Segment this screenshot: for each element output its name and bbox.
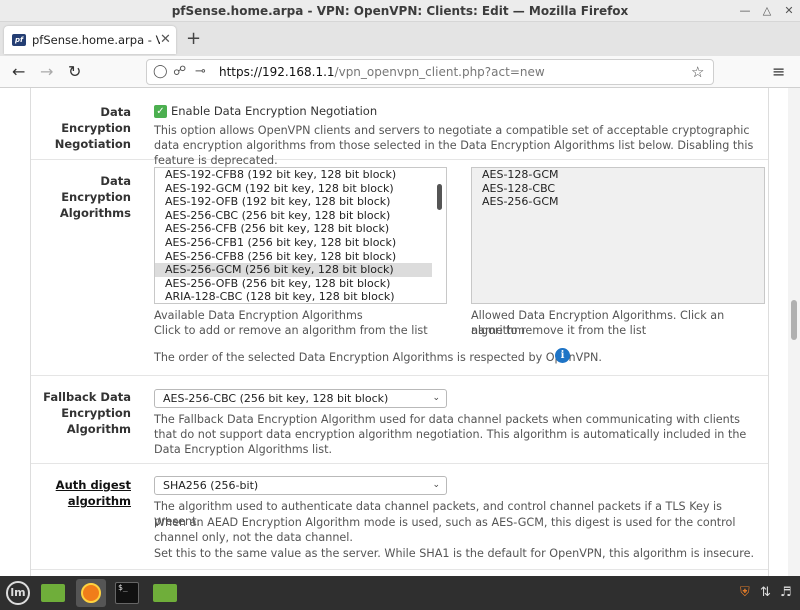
key-icon[interactable]: ⊸ [195, 64, 206, 79]
window-titlebar: pfSense.home.arpa - VPN: OpenVPN: Client… [0, 0, 800, 22]
minimize-icon[interactable]: — [736, 2, 754, 20]
available-algorithm-option[interactable]: AES-256-GCM (256 bit key, 128 bit block) [155, 263, 432, 277]
allowed-algorithm-option[interactable]: AES-128-GCM [472, 168, 764, 182]
allowed-algorithms-listbox[interactable]: AES-128-GCM AES-128-CBC AES-256-GCM [471, 167, 765, 304]
chevron-down-icon: ⌄ [432, 480, 440, 490]
maximize-icon[interactable]: △ [758, 2, 776, 20]
info-icon[interactable]: i [555, 348, 570, 363]
enable-negotiation-label: Enable Data Encryption Negotiation [171, 104, 378, 118]
fallback-help: The Fallback Data Encryption Algorithm u… [154, 413, 747, 456]
nav-bar: ← → ↻ ◯ ☍ ⊸ https://192.168.1.1/vpn_open… [0, 56, 800, 88]
auth-digest-help-3: Set this to the same value as the server… [154, 547, 755, 560]
auth-digest-label-link[interactable]: Auth digest algorithm [31, 477, 131, 509]
allowed-algorithm-option[interactable]: AES-128-CBC [472, 182, 764, 196]
available-list-scrollbar[interactable] [437, 184, 442, 210]
available-algorithms-listbox[interactable]: AES-192-CFB8 (192 bit key, 128 bit block… [154, 167, 447, 304]
fallback-label: Fallback Data Encryption Algorithm [43, 390, 131, 436]
bookmark-star-icon[interactable]: ☆ [691, 63, 704, 81]
available-help-2: Click to add or remove an algorithm from… [154, 324, 428, 337]
hamburger-menu-icon[interactable]: ≡ [772, 62, 785, 81]
pfsense-favicon-icon: pf [12, 34, 26, 46]
row-data-algorithms: Data Encryption Algorithms AES-192-CFB8 … [31, 160, 768, 376]
form-panel: Data Encryption Negotiation ✓ Enable Dat… [30, 88, 769, 576]
available-algorithm-option[interactable]: AES-192-GCM (192 bit key, 128 bit block) [155, 182, 446, 196]
url-text[interactable]: https://192.168.1.1/vpn_openvpn_client.p… [219, 65, 545, 79]
available-algorithm-option[interactable]: AES-192-CFB8 (192 bit key, 128 bit block… [155, 168, 446, 182]
page-scrollbar[interactable] [788, 88, 800, 576]
auth-digest-select[interactable]: SHA256 (256-bit) ⌄ [154, 476, 447, 495]
data-algorithms-label: Data Encryption Algorithms [59, 174, 131, 220]
url-bar[interactable]: ◯ ☍ ⊸ https://192.168.1.1/vpn_openvpn_cl… [146, 59, 714, 85]
window-title: pfSense.home.arpa - VPN: OpenVPN: Client… [171, 4, 629, 18]
tab-close-icon[interactable]: ✕ [160, 32, 171, 47]
update-shield-icon[interactable]: ⛨ [740, 585, 750, 600]
terminal-icon[interactable]: $_ [112, 579, 142, 607]
taskbar: lm $_ ⛨ ⇅ ♬ [0, 576, 800, 610]
available-algorithm-option[interactable]: AES-256-CFB (256 bit key, 128 bit block) [155, 222, 446, 236]
folder-icon[interactable] [38, 579, 68, 607]
available-algorithm-option[interactable]: AES-256-CFB1 (256 bit key, 128 bit block… [155, 236, 446, 250]
algorithm-order-note: The order of the selected Data Encryptio… [154, 351, 602, 364]
auth-digest-selected-value: SHA256 (256-bit) [163, 479, 259, 492]
row-auth-digest: Auth digest algorithm SHA256 (256-bit) ⌄… [31, 464, 768, 570]
available-algorithm-option[interactable]: AES-256-CFB8 (256 bit key, 128 bit block… [155, 250, 446, 264]
fallback-selected-value: AES-256-CBC (256 bit key, 128 bit block) [163, 392, 389, 405]
row-fallback-algorithm: Fallback Data Encryption Algorithm AES-2… [31, 376, 768, 464]
available-algorithm-option[interactable]: AES-192-OFB (192 bit key, 128 bit block) [155, 195, 446, 209]
shield-icon[interactable]: ◯ [153, 64, 168, 79]
available-algorithm-option[interactable]: AES-256-CBC (256 bit key, 128 bit block) [155, 209, 446, 223]
auth-digest-help-2: When an AEAD Encryption Algorithm mode i… [154, 516, 736, 544]
allowed-help-2: name to remove it from the list [471, 324, 647, 337]
reload-icon[interactable]: ↻ [68, 62, 81, 81]
mint-menu-icon[interactable]: lm [6, 581, 30, 605]
folder-icon[interactable] [150, 579, 180, 607]
available-algorithm-option[interactable]: AES-256-OFB (256 bit key, 128 bit block) [155, 277, 446, 291]
forward-icon[interactable]: → [40, 62, 53, 81]
page-viewport: Data Encryption Negotiation ✓ Enable Dat… [0, 88, 800, 576]
row-data-negotiation: Data Encryption Negotiation ✓ Enable Dat… [31, 88, 768, 167]
enable-negotiation-checkbox[interactable]: ✓ [154, 105, 167, 118]
tab-bar: pf pfSense.home.arpa - VPN: O ✕ + [0, 22, 800, 56]
close-window-icon[interactable]: ✕ [780, 2, 798, 20]
chevron-down-icon: ⌄ [432, 393, 440, 403]
volume-icon[interactable]: ♬ [780, 585, 792, 600]
network-icon[interactable]: ⇅ [760, 585, 771, 600]
tab-title: pfSense.home.arpa - VPN: O [32, 33, 160, 47]
available-help-1: Available Data Encryption Algorithms [154, 309, 363, 322]
back-icon[interactable]: ← [12, 62, 25, 81]
new-tab-icon[interactable]: + [186, 28, 201, 49]
page-scrollbar-thumb[interactable] [791, 300, 797, 340]
allowed-algorithm-option[interactable]: AES-256-GCM [472, 195, 764, 209]
tab-pfsense[interactable]: pf pfSense.home.arpa - VPN: O ✕ [4, 26, 176, 54]
firefox-icon[interactable] [76, 579, 106, 607]
available-algorithm-option[interactable]: ARIA-128-CBC (128 bit key, 128 bit block… [155, 290, 446, 303]
data-negotiation-label: Data Encryption Negotiation [54, 105, 131, 151]
fallback-algorithm-select[interactable]: AES-256-CBC (256 bit key, 128 bit block)… [154, 389, 447, 408]
lock-icon[interactable]: ☍ [173, 64, 186, 79]
